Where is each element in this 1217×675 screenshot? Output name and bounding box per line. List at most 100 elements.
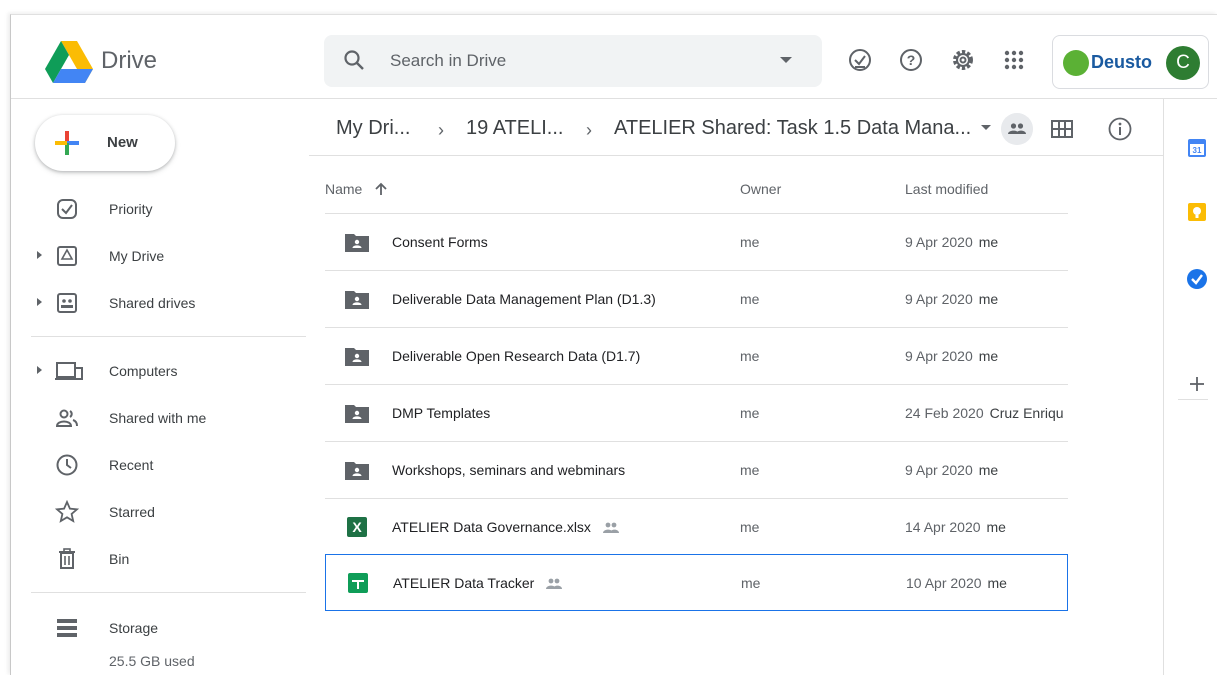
file-row[interactable]: X ATELIER Data Governance.xlsx me 14 Apr… [325,498,1068,555]
excel-file-icon: X [347,517,367,537]
modified-date: 9 Apr 2020 [905,462,973,478]
search-input[interactable] [390,47,770,75]
file-row[interactable]: Consent Forms me 9 Apr 2020 me [325,213,1068,270]
file-owner: me [741,575,761,591]
file-modified: 24 Feb 2020 Cruz Enriqu [905,405,1068,421]
clock-icon [56,454,78,476]
file-modified: 9 Apr 2020 me [905,462,1068,478]
file-modified: 14 Apr 2020 me [905,519,1068,535]
tasks-icon[interactable] [1186,268,1208,290]
shared-folder-people-icon[interactable] [1001,113,1033,145]
modified-date: 10 Apr 2020 [906,575,982,591]
shared-folder-icon [345,234,369,252]
file-modified: 9 Apr 2020 me [905,348,1068,364]
modified-date: 9 Apr 2020 [905,291,973,307]
file-name: Deliverable Data Management Plan (D1.3) [392,291,656,307]
breadcrumb-item-my-drive[interactable]: My Dri... [336,117,410,140]
breadcrumb-item-parent[interactable]: 19 ATELI... [466,117,563,140]
ready-offline-icon[interactable] [847,47,873,73]
sort-arrow-up-icon[interactable] [374,182,388,196]
file-row[interactable]: Deliverable Data Management Plan (D1.3) … [325,270,1068,327]
bin-icon [59,548,75,569]
file-modified: 9 Apr 2020 me [905,291,1068,307]
chevron-right-icon: › [438,120,444,140]
keep-icon[interactable] [1186,201,1208,223]
modified-date: 24 Feb 2020 [905,405,984,421]
help-icon[interactable]: ? [898,47,924,73]
file-owner: me [740,291,760,307]
top-bar: Drive ? [11,15,1217,99]
sidebar-item-label: Bin [109,551,130,567]
grid-view-icon[interactable] [1049,117,1075,141]
expand-arrow-icon[interactable] [37,366,42,374]
shared-people-icon [602,522,619,533]
breadcrumb-item-current[interactable]: ATELIER Shared: Task 1.5 Data Mana... [614,117,971,140]
app-title: Drive [101,47,158,74]
calendar-icon[interactable]: 31 [1186,137,1208,159]
column-header-name[interactable]: Name [325,181,388,197]
sidebar-item-storage[interactable]: Storage [11,608,306,648]
column-header-last-modified[interactable]: Last modified [905,181,988,197]
search-options-icon[interactable] [780,57,792,63]
file-owner: me [740,348,760,364]
column-header-owner[interactable]: Owner [740,181,781,197]
sidebar-item-priority[interactable]: Priority [11,189,306,229]
modified-date: 14 Apr 2020 [905,519,981,535]
shared-folder-icon [345,405,369,423]
chevron-right-icon: › [586,120,592,140]
drive-window: Drive ? [10,14,1217,675]
file-owner: me [740,405,760,421]
sidebar-item-label: Priority [109,201,153,217]
sidebar-item-label: Shared with me [109,410,207,426]
info-icon[interactable] [1107,116,1133,142]
file-modified: 9 Apr 2020 me [905,234,1068,250]
modified-by: Cruz Enriqu [989,405,1064,421]
modified-date: 9 Apr 2020 [905,348,973,364]
modified-by: me [987,575,1007,591]
drive-logo-icon[interactable] [45,39,93,83]
settings-icon[interactable] [950,47,976,73]
modified-by: me [978,348,999,364]
shared-people-icon [546,578,563,589]
expand-arrow-icon[interactable] [37,298,42,306]
file-modified: 10 Apr 2020 me [906,575,1069,591]
file-name: DMP Templates [392,405,491,421]
apps-icon[interactable] [1001,47,1027,73]
expand-arrow-icon[interactable] [37,251,42,259]
sidebar-item-recent[interactable]: Recent [11,445,306,485]
file-row[interactable]: Deliverable Open Research Data (D1.7) me… [325,327,1068,384]
sidebar-divider [31,336,306,337]
search-box[interactable] [324,35,822,87]
shared-folder-icon [345,462,369,480]
modified-date: 9 Apr 2020 [905,234,973,250]
new-button[interactable]: New [35,115,175,171]
file-name: Consent Forms [392,234,488,250]
sidebar-item-starred[interactable]: Starred [11,492,306,532]
sidebar-item-computers[interactable]: Computers [11,351,306,391]
add-icon[interactable] [1186,373,1208,395]
storage-icon [57,619,77,637]
my-drive-icon [57,246,77,266]
sidebar-item-bin[interactable]: Bin [11,539,306,579]
file-owner: me [740,462,760,478]
modified-by: me [978,462,999,478]
svg-text:31: 31 [1193,146,1202,155]
file-row[interactable]: Workshops, seminars and webminars me 9 A… [325,441,1068,498]
sidebar-item-shared-drives[interactable]: Shared drives [11,283,306,323]
account-switcher[interactable]: Deusto C [1052,35,1209,89]
avatar[interactable]: C [1166,46,1200,80]
sidebar-item-my-drive[interactable]: My Drive [11,236,306,276]
org-name: Deusto [1091,52,1153,72]
file-name: ATELIER Data Governance.xlsx [392,519,621,535]
file-name-text: ATELIER Data Governance.xlsx [392,519,591,535]
file-row[interactable]: DMP Templates me 24 Feb 2020 Cruz Enriqu [325,384,1068,441]
file-owner: me [740,519,760,535]
file-name: Deliverable Open Research Data (D1.7) [392,348,641,364]
folder-menu-icon[interactable] [981,125,991,130]
shared-drives-icon [57,293,77,313]
search-icon[interactable] [342,48,366,72]
file-name-text: ATELIER Data Tracker [393,575,535,591]
file-row-selected[interactable]: ATELIER Data Tracker me 10 Apr 2020 me [325,554,1068,611]
sidebar-item-shared-with-me[interactable]: Shared with me [11,398,306,438]
sidebar-item-label: Recent [109,457,154,473]
